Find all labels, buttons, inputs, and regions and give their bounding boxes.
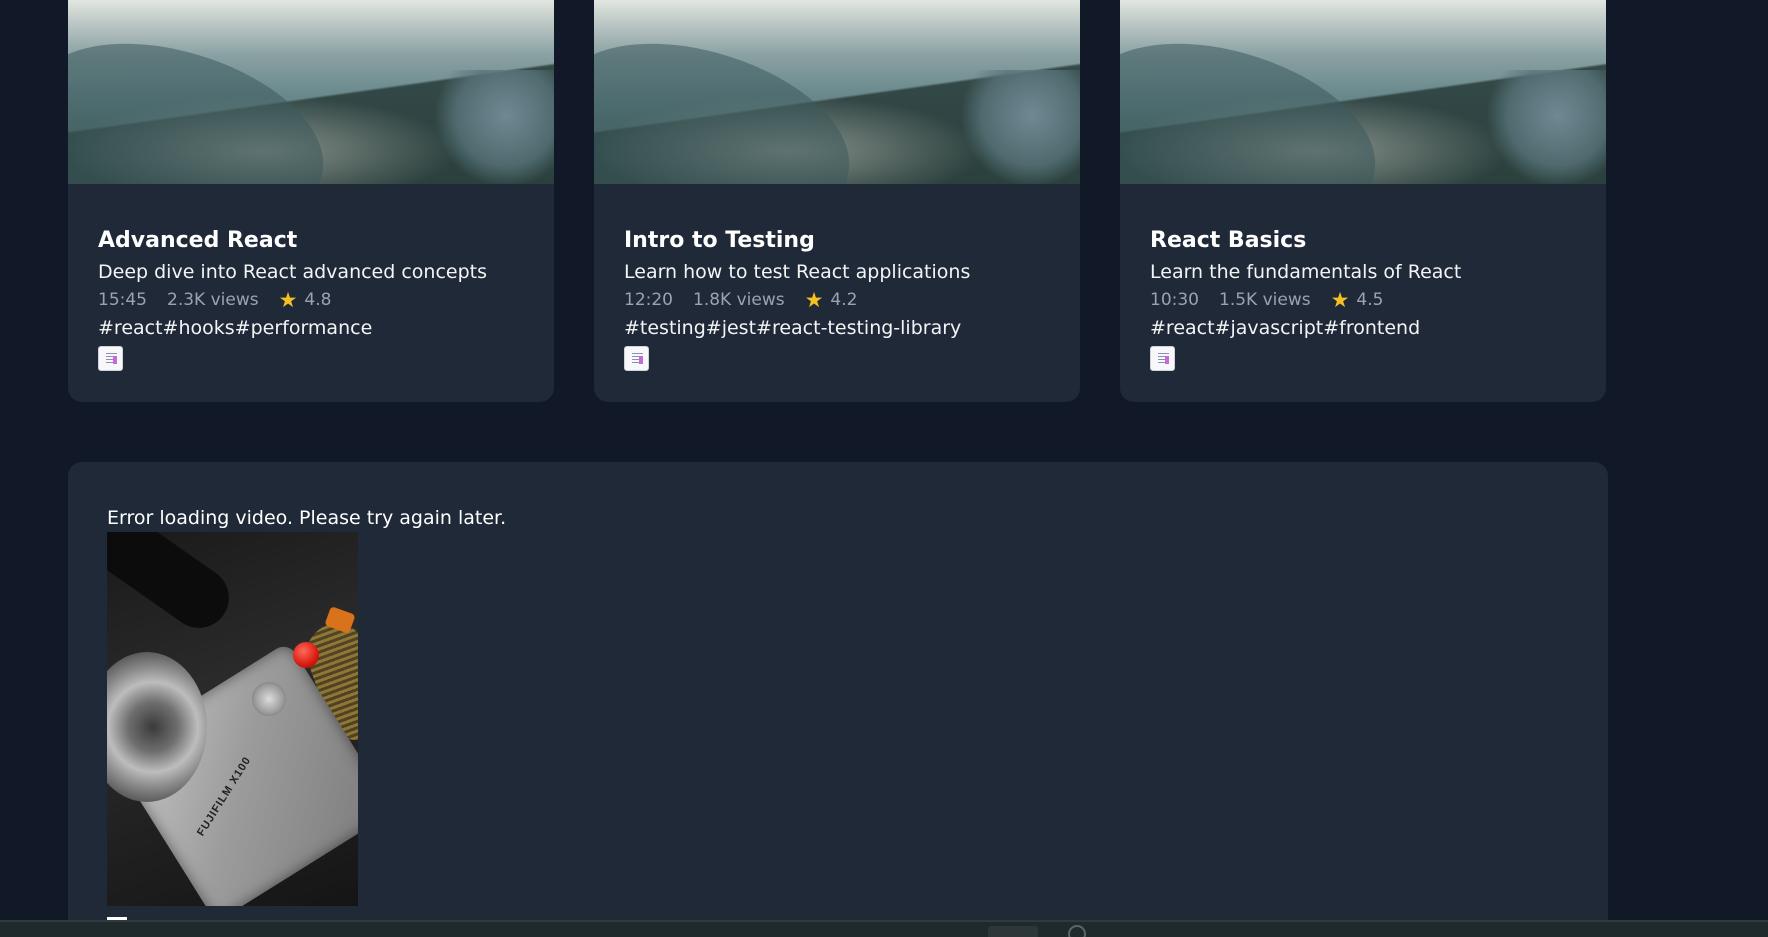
video-duration: 12:20 [624, 290, 673, 310]
video-meta: 15:45 2.3K views ★ 4.8 [98, 289, 524, 311]
video-error-message: Error loading video. Please try again la… [107, 507, 507, 529]
video-card[interactable]: Intro to Testing Learn how to test React… [594, 0, 1080, 402]
video-description: Learn the fundamentals of React [1150, 261, 1462, 283]
broken-image-icon [98, 346, 123, 371]
broken-image-icon [624, 346, 649, 371]
video-rating: ★ 4.8 [279, 289, 332, 311]
video-title[interactable]: Intro to Testing [624, 227, 1050, 255]
video-tags: #testing#jest#react-testing-library [624, 317, 962, 339]
video-views: 2.3K views [167, 290, 259, 310]
video-card-list: Advanced React Deep dive into React adva… [68, 0, 1606, 402]
taskbar-item[interactable] [988, 926, 1038, 937]
video-thumbnail[interactable] [1120, 0, 1606, 184]
video-duration: 15:45 [98, 290, 147, 310]
video-tags: #react#javascript#frontend [1150, 317, 1421, 339]
video-card-body: Advanced React Deep dive into React adva… [68, 184, 554, 375]
video-poster[interactable]: FUJIFILM X100 [107, 532, 358, 906]
video-card-body: React Basics Learn the fundamentals of R… [1120, 184, 1606, 375]
camera-dial [252, 682, 286, 716]
rating-value: 4.5 [1356, 290, 1384, 310]
video-duration: 10:30 [1150, 290, 1199, 310]
rating-value: 4.8 [304, 290, 332, 310]
video-meta: 10:30 1.5K views ★ 4.5 [1150, 289, 1576, 311]
taskbar [0, 920, 1768, 937]
video-rating: ★ 4.5 [1331, 289, 1384, 311]
video-card[interactable]: Advanced React Deep dive into React adva… [68, 0, 554, 402]
camera-shutter-button [293, 642, 319, 668]
video-description: Learn how to test React applications [624, 261, 971, 283]
video-card[interactable]: React Basics Learn the fundamentals of R… [1120, 0, 1606, 402]
star-icon: ★ [804, 288, 824, 312]
broken-image-icon [1150, 346, 1175, 371]
video-meta: 12:20 1.8K views ★ 4.2 [624, 289, 1050, 311]
video-description: Deep dive into React advanced concepts [98, 261, 487, 283]
taskbar-app-icon[interactable] [1068, 925, 1086, 937]
video-player-panel: Error loading video. Please try again la… [68, 462, 1608, 937]
video-title[interactable]: Advanced React [98, 227, 524, 255]
video-views: 1.5K views [1219, 290, 1311, 310]
video-views: 1.8K views [693, 290, 785, 310]
video-tags: #react#hooks#performance [98, 317, 373, 339]
video-thumbnail[interactable] [68, 0, 554, 184]
video-thumbnail[interactable] [594, 0, 1080, 184]
video-rating: ★ 4.2 [805, 289, 858, 311]
video-title[interactable]: React Basics [1150, 227, 1576, 255]
star-icon: ★ [1330, 288, 1350, 312]
camera-strap [107, 532, 241, 640]
star-icon: ★ [278, 288, 298, 312]
video-card-body: Intro to Testing Learn how to test React… [594, 184, 1080, 375]
page: Advanced React Deep dive into React adva… [0, 0, 1768, 937]
rating-value: 4.2 [830, 290, 858, 310]
